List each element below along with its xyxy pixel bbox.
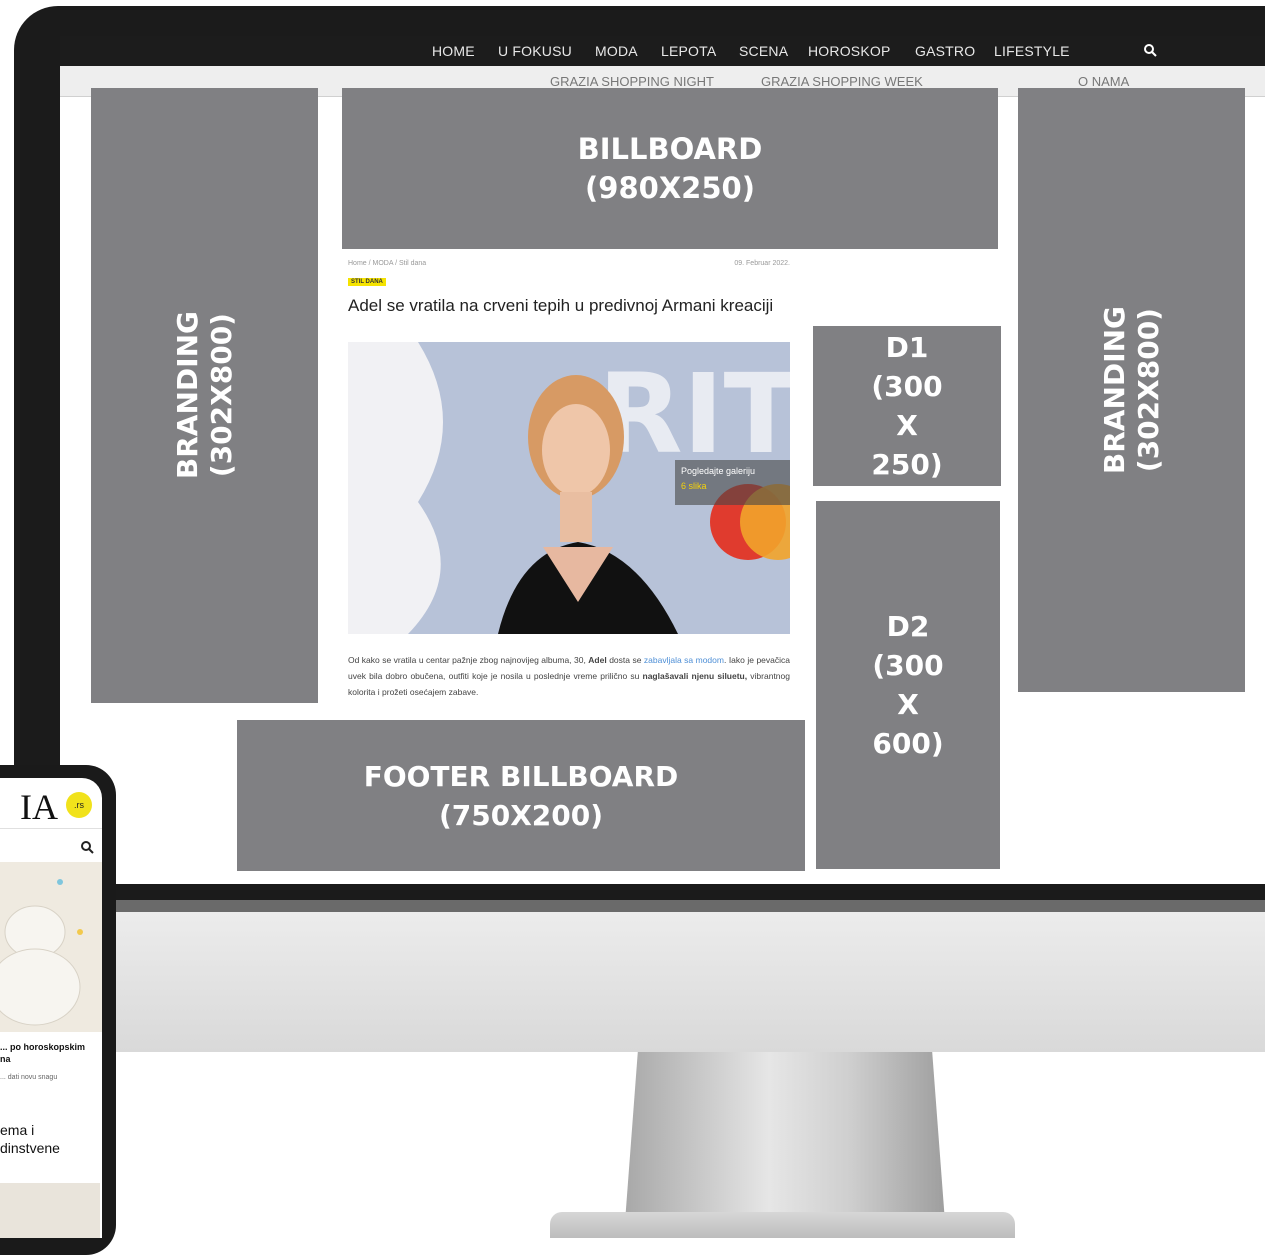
- ad-branding-right-size: (302X800): [1131, 307, 1165, 473]
- phone-headline-2[interactable]: ema i: [0, 1122, 34, 1138]
- ad-billboard: BILLBOARD (980X250): [342, 88, 998, 249]
- nav-item-moda[interactable]: MODA: [595, 43, 638, 59]
- nav-item-lifestyle[interactable]: LIFESTYLE: [994, 43, 1070, 59]
- ad-d1-size-x: X: [896, 409, 918, 442]
- phone-hero-illustration: [0, 879, 83, 1026]
- body-bold-1: Adel: [588, 655, 607, 665]
- ad-footer-billboard-size: (750X200): [438, 798, 604, 832]
- ad-footer-billboard-label: FOOTER BILLBOARD: [363, 759, 679, 793]
- phone-screen: IA .rs ... po horoskopskim na ... dati n…: [0, 778, 102, 1238]
- nav-item-shopping-week[interactable]: GRAZIA SHOPPING WEEK: [761, 74, 923, 89]
- ad-d1-size-w: (300: [871, 370, 943, 403]
- nav-item-horoskop[interactable]: HOROSKOP: [808, 43, 891, 59]
- nav-item-scena[interactable]: SCENA: [739, 43, 788, 59]
- ad-branding-right-label: BRANDING: [1097, 305, 1131, 475]
- phone-thumb-image[interactable]: [0, 1183, 100, 1238]
- gallery-overlay[interactable]: Pogledajte galeriju 6 slika: [675, 460, 790, 505]
- monitor-stand: [625, 1052, 945, 1222]
- phone-headline-1b[interactable]: na: [0, 1054, 11, 1064]
- ad-d2-size-h: 600): [872, 727, 944, 760]
- ad-d2-size-x: X: [897, 688, 919, 721]
- ad-branding-right: BRANDING (302X800): [1018, 88, 1245, 692]
- gallery-count: 6 slika: [681, 481, 707, 491]
- gallery-label: Pogledajte galeriju: [681, 466, 756, 476]
- ad-d2-label: D2: [886, 610, 930, 643]
- ad-d1-size-h: 250): [871, 448, 943, 481]
- phone-logo-badge: .rs: [66, 792, 92, 818]
- ad-d1: D1 (300 X 250): [813, 326, 1001, 486]
- svg-text:RIT: RIT: [598, 350, 790, 478]
- nav-item-u-fokusu[interactable]: U FOKUSU: [498, 43, 572, 59]
- ad-d1-label: D1: [885, 331, 929, 364]
- nav-item-lepota[interactable]: LEPOTA: [661, 43, 716, 59]
- article-body: Od kako se vratila u centar pažnje zbog …: [348, 652, 790, 700]
- monitor-stand-foot: [550, 1212, 1015, 1238]
- ad-billboard-label: BILLBOARD: [577, 131, 763, 166]
- monitor-screen: HOME U FOKUSU MODA LEPOTA SCENA HOROSKOP…: [60, 36, 1265, 884]
- nav-item-gastro[interactable]: GASTRO: [915, 43, 975, 59]
- ad-branding-left-size: (302X800): [204, 313, 238, 478]
- phone-header: IA .rs: [0, 778, 102, 829]
- nav-item-shopping-night[interactable]: GRAZIA SHOPPING NIGHT: [550, 74, 714, 89]
- ad-billboard-size: (980X250): [585, 170, 755, 205]
- ad-branding-left: BRANDING (302X800): [91, 88, 318, 703]
- ad-branding-left-label: BRANDING: [170, 311, 204, 480]
- body-text-1: Od kako se vratila u centar pažnje zbog …: [348, 655, 589, 665]
- primary-nav: HOME U FOKUSU MODA LEPOTA SCENA HOROSKOP…: [60, 36, 1265, 66]
- phone-headline-2b[interactable]: dinstvene: [0, 1140, 60, 1156]
- ad-d2-size-w: (300: [872, 649, 944, 682]
- phone-logo[interactable]: IA: [20, 786, 58, 828]
- body-text-2: dosta se: [606, 655, 644, 665]
- nav-item-home[interactable]: HOME: [432, 43, 475, 59]
- category-tag[interactable]: STIL DANA: [348, 278, 386, 286]
- phone-hero-image[interactable]: [0, 862, 102, 1032]
- body-bold-2: naglašavali njenu siluetu,: [642, 671, 748, 681]
- ad-d2: D2 (300 X 600): [816, 501, 1000, 869]
- ad-footer-billboard: FOOTER BILLBOARD (750X200): [237, 720, 805, 871]
- monitor-chin: [100, 912, 1265, 1052]
- phone-subtext-1: ... dati novu snagu: [0, 1074, 58, 1081]
- breadcrumb[interactable]: Home / MODA / Stil dana: [348, 260, 426, 267]
- article-date: 09. Februar 2022.: [734, 260, 790, 267]
- article-photo[interactable]: RIT Pogledajte galeriju 6 slika: [348, 342, 790, 634]
- nav-item-o-nama[interactable]: O NAMA: [1078, 74, 1129, 89]
- phone-headline-1[interactable]: ... po horoskopskim: [0, 1042, 85, 1052]
- search-icon[interactable]: [1143, 43, 1157, 57]
- body-link[interactable]: zabavljala sa modom: [644, 655, 724, 665]
- phone-search-icon[interactable]: [80, 840, 94, 854]
- article-title: Adel se vratila na crveni tepih u prediv…: [348, 296, 774, 315]
